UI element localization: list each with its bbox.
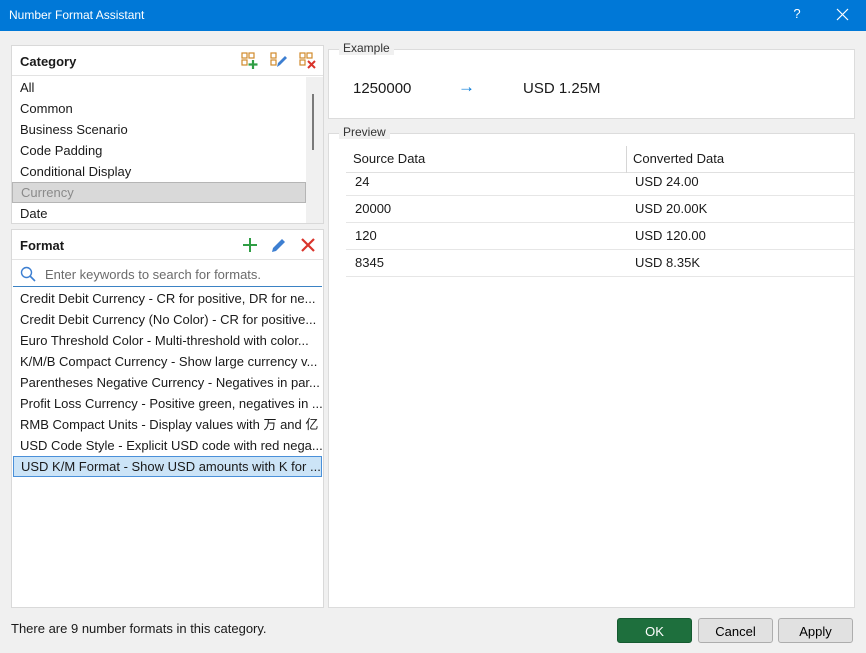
edit-category-icon[interactable] bbox=[270, 52, 288, 70]
category-item-currency[interactable]: Currency bbox=[12, 182, 306, 203]
category-scrollbar[interactable] bbox=[306, 77, 323, 223]
source-cell: 24 bbox=[355, 174, 370, 189]
window-title: Number Format Assistant bbox=[9, 8, 145, 22]
apply-button[interactable]: Apply bbox=[778, 618, 853, 643]
format-search bbox=[13, 261, 322, 287]
format-item[interactable]: K/M/B Compact Currency - Show large curr… bbox=[13, 351, 322, 372]
converted-cell: USD 20.00K bbox=[635, 201, 708, 216]
format-panel: Format Credit Debit Currency - CR for po… bbox=[11, 229, 324, 608]
format-search-input[interactable] bbox=[43, 264, 313, 284]
format-header: Format bbox=[12, 230, 323, 260]
format-item[interactable]: Credit Debit Currency (No Color) - CR fo… bbox=[13, 309, 322, 330]
format-item-selected[interactable]: USD K/M Format - Show USD amounts with K… bbox=[13, 456, 322, 477]
category-item-code-padding[interactable]: Code Padding bbox=[12, 140, 323, 161]
source-cell: 20000 bbox=[355, 201, 392, 216]
delete-format-icon[interactable] bbox=[299, 236, 317, 254]
format-item[interactable]: USD Code Style - Explicit USD code with … bbox=[13, 435, 322, 456]
converted-cell: USD 24.00 bbox=[635, 174, 699, 189]
add-category-icon[interactable] bbox=[241, 52, 259, 70]
example-result: USD 1.25M bbox=[523, 80, 601, 97]
category-panel: Category All Common Business Scenario Co… bbox=[11, 45, 324, 224]
ok-button[interactable]: OK bbox=[617, 618, 692, 643]
example-source: 1250000 bbox=[353, 80, 412, 97]
category-item-all[interactable]: All bbox=[12, 77, 323, 98]
category-header: Category bbox=[12, 46, 323, 76]
format-item[interactable]: Euro Threshold Color - Multi-threshold w… bbox=[13, 330, 322, 351]
category-title: Category bbox=[20, 54, 77, 69]
arrow-icon: → bbox=[458, 77, 475, 96]
example-label: Example bbox=[339, 41, 394, 55]
source-cell: 8345 bbox=[355, 255, 384, 270]
close-button[interactable] bbox=[826, 3, 858, 27]
preview-label: Preview bbox=[339, 125, 390, 139]
help-button[interactable]: ? bbox=[783, 6, 811, 26]
preview-group: Preview Source Data Converted Data 24 US… bbox=[328, 125, 855, 608]
add-format-icon[interactable] bbox=[241, 236, 259, 254]
status-text: There are 9 number formats in this categ… bbox=[11, 621, 267, 636]
search-icon bbox=[20, 266, 36, 285]
example-group: Example 1250000 → USD 1.25M bbox=[328, 41, 855, 119]
format-item[interactable]: Parentheses Negative Currency - Negative… bbox=[13, 372, 322, 393]
table-row: 24 USD 24.00 bbox=[346, 169, 854, 196]
table-row: 120 USD 120.00 bbox=[346, 223, 854, 250]
title-bar: Number Format Assistant ? bbox=[0, 0, 866, 31]
column-header-converted[interactable]: Converted Data bbox=[633, 149, 724, 169]
delete-category-icon[interactable] bbox=[299, 52, 317, 70]
category-item-business-scenario[interactable]: Business Scenario bbox=[12, 119, 323, 140]
format-item[interactable]: RMB Compact Units - Display values with … bbox=[13, 414, 322, 435]
table-row: 8345 USD 8.35K bbox=[346, 250, 854, 277]
category-list: All Common Business Scenario Code Paddin… bbox=[12, 77, 323, 223]
category-item-date[interactable]: Date bbox=[12, 203, 323, 223]
converted-cell: USD 120.00 bbox=[635, 228, 706, 243]
table-row: 20000 USD 20.00K bbox=[346, 196, 854, 223]
format-title: Format bbox=[20, 238, 65, 253]
close-icon bbox=[836, 8, 848, 21]
source-cell: 120 bbox=[355, 228, 377, 243]
scrollbar-thumb[interactable] bbox=[312, 94, 314, 150]
category-item-conditional-display[interactable]: Conditional Display bbox=[12, 161, 323, 182]
converted-cell: USD 8.35K bbox=[635, 255, 701, 270]
format-list: Credit Debit Currency - CR for positive,… bbox=[12, 288, 323, 607]
category-item-common[interactable]: Common bbox=[12, 98, 323, 119]
cancel-button[interactable]: Cancel bbox=[698, 618, 773, 643]
column-header-source[interactable]: Source Data bbox=[353, 149, 425, 169]
format-item[interactable]: Profit Loss Currency - Positive green, n… bbox=[13, 393, 322, 414]
edit-format-icon[interactable] bbox=[270, 236, 288, 254]
format-item[interactable]: Credit Debit Currency - CR for positive,… bbox=[13, 288, 322, 309]
